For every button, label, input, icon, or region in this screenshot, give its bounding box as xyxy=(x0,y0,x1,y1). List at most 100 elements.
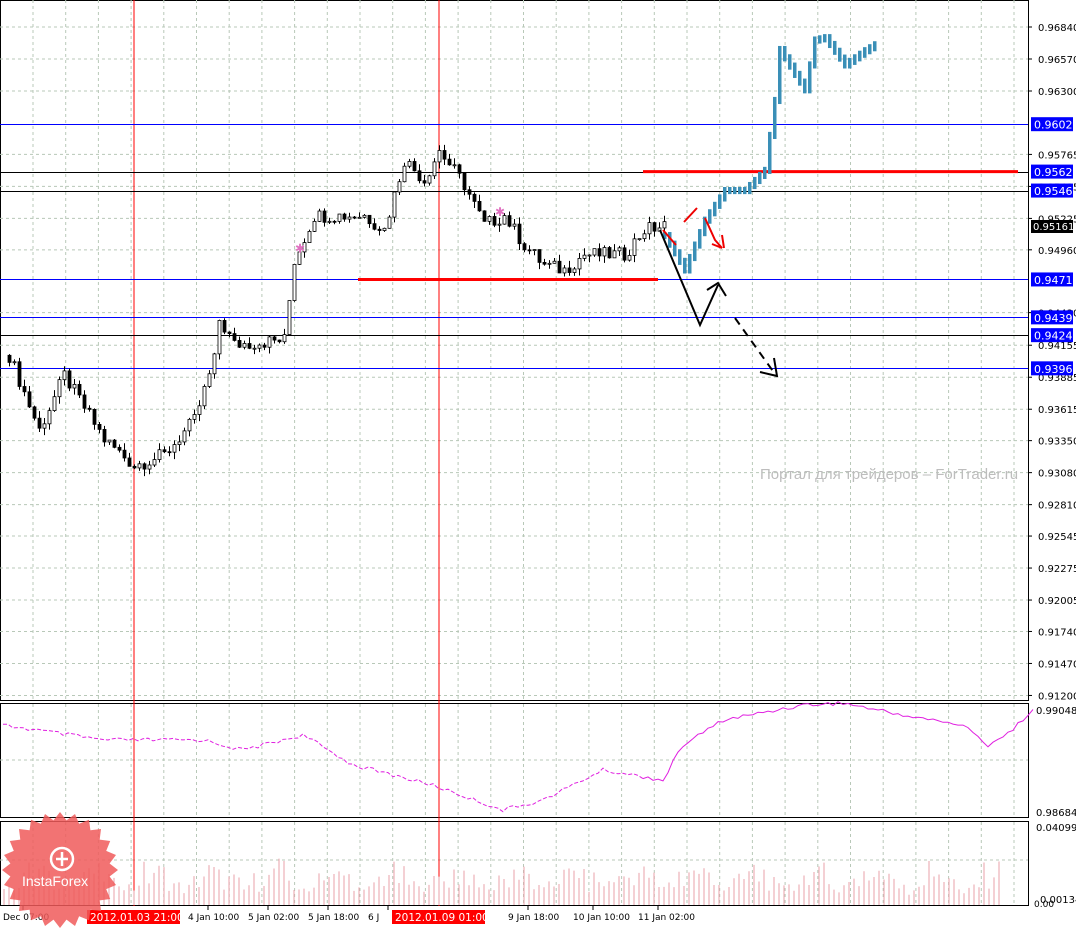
forecast-bar xyxy=(713,201,717,217)
forecast-bar xyxy=(778,45,782,105)
candle-bullish xyxy=(107,439,112,443)
candle-bearish xyxy=(112,439,117,448)
price-tick-label: 0.92005 xyxy=(1038,596,1076,607)
candle-bearish xyxy=(342,213,347,220)
forecast-bar xyxy=(803,78,807,94)
candle-bearish xyxy=(507,215,512,227)
candle-bearish xyxy=(227,331,232,334)
candle-bearish xyxy=(77,384,82,396)
candle-bullish xyxy=(62,370,67,381)
candle-bullish xyxy=(287,300,292,335)
candle-bullish xyxy=(452,164,457,167)
forecast-bar xyxy=(738,187,742,195)
candle-bearish xyxy=(542,262,547,265)
candle-bearish xyxy=(527,249,532,252)
trading-chart[interactable]: 0.968400.965700.963000.957650.954950.952… xyxy=(0,0,1076,929)
candle-bearish xyxy=(652,222,657,232)
candle-bearish xyxy=(32,406,37,419)
candle-bearish xyxy=(377,228,382,231)
forecast-bar xyxy=(768,131,772,174)
candle-bullish xyxy=(327,220,332,223)
candle-bearish xyxy=(22,386,27,393)
candle-bullish xyxy=(42,423,47,429)
candle-bearish xyxy=(367,214,372,225)
candle-bullish xyxy=(137,463,142,469)
candle-bearish xyxy=(262,344,267,348)
candle-bearish xyxy=(447,158,452,166)
arrowhead xyxy=(759,357,779,378)
forecast-bar xyxy=(683,257,687,274)
indicator-panel-frame xyxy=(0,703,1029,818)
price-tick-label: 0.92810 xyxy=(1038,501,1076,512)
price-tick-label: 0.94155 xyxy=(1038,341,1076,352)
candle-bearish xyxy=(372,223,377,230)
volume-zero-label: 0.00 xyxy=(1034,900,1054,910)
candle-bullish xyxy=(562,267,567,274)
forecast-bar xyxy=(773,96,777,140)
candle-bearish xyxy=(37,417,42,429)
candle-bullish xyxy=(552,260,557,264)
red-arrow-dashed xyxy=(721,234,725,249)
candle-bullish xyxy=(12,361,17,364)
price-tick-label: 0.96840 xyxy=(1038,23,1076,34)
candle-bearish xyxy=(132,465,137,469)
candle-bullish xyxy=(432,161,437,177)
level-price-label: 0.9562 xyxy=(1034,166,1073,179)
candle-bullish xyxy=(312,220,317,232)
candle-bearish xyxy=(517,223,522,245)
candle-bullish xyxy=(602,247,607,257)
time-label: 4 Jan 10:00 xyxy=(188,913,240,923)
forecast-bar xyxy=(763,166,767,180)
candle-bearish xyxy=(232,333,237,341)
candle-bullish xyxy=(392,191,397,218)
time-label: 9 Jan 18:00 xyxy=(508,913,560,923)
forecast-bar xyxy=(748,181,752,195)
candle-bullish xyxy=(612,250,617,259)
candle-bearish xyxy=(82,394,87,409)
candle-bullish xyxy=(187,418,192,432)
level-price-label: 0.9396 xyxy=(1034,363,1073,376)
candle-bullish xyxy=(182,430,187,443)
forecast-bar xyxy=(858,50,862,62)
candle-bullish xyxy=(197,405,202,415)
candle-bearish xyxy=(622,247,627,261)
red-arrow-dashed xyxy=(683,207,698,223)
candle-bullish xyxy=(617,247,622,252)
candle-bearish xyxy=(237,340,242,348)
forecast-bar xyxy=(868,44,872,55)
forecast-bar xyxy=(708,209,712,224)
star-marker: ✱ xyxy=(495,205,505,219)
candle-bullish xyxy=(57,379,62,398)
candle-bullish xyxy=(427,175,432,184)
level-price-label: 0.9439 xyxy=(1034,312,1073,325)
candle-bearish xyxy=(222,320,227,333)
price-tick-label: 0.92275 xyxy=(1038,564,1076,575)
candle-bearish xyxy=(457,164,462,174)
candle-bullish xyxy=(547,262,552,265)
candle-bearish xyxy=(442,150,447,160)
forecast-bar xyxy=(853,54,857,65)
forecast-bar xyxy=(723,187,727,202)
candle-bullish xyxy=(647,222,652,235)
level-price-label: 0.9471 xyxy=(1034,274,1073,287)
forecast-bar xyxy=(863,47,867,58)
candle-bullish xyxy=(317,210,322,222)
candle-bullish xyxy=(497,223,502,226)
watermark: Портал для трейдеров – ForTrader.ru xyxy=(760,466,1019,483)
candle-bullish xyxy=(407,161,412,167)
candle-bullish xyxy=(532,249,537,251)
candle-bullish xyxy=(252,347,257,350)
indicator-line xyxy=(642,701,1034,782)
candle-bullish xyxy=(437,150,442,163)
candle-bearish xyxy=(417,170,422,182)
candle-bearish xyxy=(272,336,277,341)
candle-bullish xyxy=(72,384,77,389)
candle-bearish xyxy=(567,267,572,273)
candle-bullish xyxy=(257,344,262,349)
candle-bearish xyxy=(557,260,562,274)
candle-bearish xyxy=(352,216,357,219)
candle-bullish xyxy=(347,216,352,220)
forecast-bar xyxy=(818,35,822,44)
time-label: 5 Jan 18:00 xyxy=(308,913,360,923)
candle-bullish xyxy=(212,353,217,375)
